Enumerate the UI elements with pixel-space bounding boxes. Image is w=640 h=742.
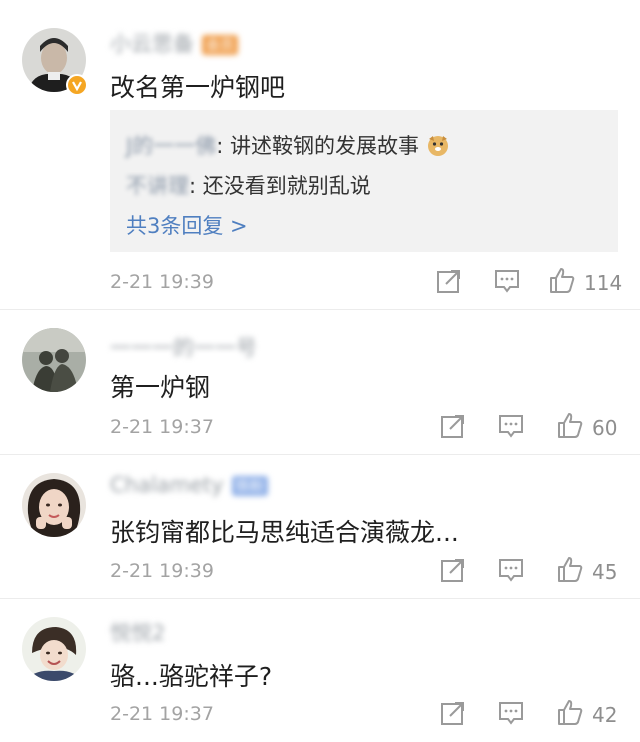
comment-username[interactable]: 一一一的一一号 bbox=[110, 332, 257, 362]
comment-item: 一一一的一一号 第一炉钢 2-21 19:37 60 bbox=[0, 310, 640, 455]
like-count: 42 bbox=[592, 703, 618, 727]
reply-separator: : bbox=[216, 134, 230, 158]
thumbs-up-icon[interactable] bbox=[548, 266, 576, 294]
share-icon[interactable] bbox=[436, 268, 462, 296]
reply-item[interactable]: J的一一佛: 讲述鞍钢的发展故事 bbox=[126, 130, 450, 162]
like-count: 114 bbox=[584, 271, 623, 295]
replies-box[interactable]: J的一一佛: 讲述鞍钢的发展故事 不讲理: 还没看到就别乱说 共3条回复 > bbox=[110, 110, 618, 252]
comment-time: 2-21 19:39 bbox=[110, 560, 214, 582]
comment-text: 骆...骆驼祥子? bbox=[110, 662, 273, 691]
like-count: 60 bbox=[592, 416, 618, 440]
comment-icon[interactable] bbox=[498, 557, 524, 585]
doge-emoji-icon bbox=[426, 133, 450, 162]
reply-item[interactable]: 不讲理: 还没看到就别乱说 bbox=[126, 170, 371, 200]
comment-icon[interactable] bbox=[498, 413, 524, 441]
thumbs-up-icon[interactable] bbox=[556, 698, 584, 726]
more-replies-link[interactable]: 共3条回复 > bbox=[126, 210, 248, 240]
comment-time: 2-21 19:37 bbox=[110, 416, 214, 438]
share-icon[interactable] bbox=[440, 413, 466, 441]
like-count: 45 bbox=[592, 560, 618, 584]
reply-username[interactable]: J的一一佛 bbox=[126, 130, 216, 160]
comment-username[interactable]: 悦悦2 bbox=[110, 617, 165, 647]
reply-text: 还没看到就别乱说 bbox=[202, 174, 371, 198]
comment-time: 2-21 19:37 bbox=[110, 703, 214, 725]
reply-text: 讲述鞍钢的发展故事 bbox=[229, 134, 419, 158]
reply-separator: : bbox=[189, 174, 203, 198]
thumbs-up-icon[interactable] bbox=[556, 555, 584, 583]
comment-text: 第一炉钢 bbox=[110, 373, 211, 402]
thumbs-up-icon[interactable] bbox=[556, 411, 584, 439]
user-badge: 会员 bbox=[202, 35, 238, 55]
reply-username[interactable]: 不讲理 bbox=[126, 170, 189, 200]
comment-username[interactable]: 小云思备 会员 bbox=[110, 28, 238, 58]
comment-item: Chalamety 铁粉 张钧甯都比马思纯适合演薇龙... 2-21 19:39 … bbox=[0, 455, 640, 599]
avatar[interactable] bbox=[22, 473, 86, 537]
comment-time: 2-21 19:39 bbox=[110, 271, 214, 293]
avatar[interactable] bbox=[22, 617, 86, 681]
comment-username[interactable]: Chalamety 铁粉 bbox=[110, 473, 268, 497]
share-icon[interactable] bbox=[440, 557, 466, 585]
comment-icon[interactable] bbox=[498, 700, 524, 728]
comment-item: 悦悦2 骆...骆驼祥子? 2-21 19:37 42 bbox=[0, 599, 640, 742]
comment-text: 改名第一炉钢吧 bbox=[110, 73, 286, 102]
user-badge: 铁粉 bbox=[231, 476, 268, 496]
avatar[interactable] bbox=[22, 328, 86, 392]
comment-item: 小云思备 会员 改名第一炉钢吧 J的一一佛: 讲述鞍钢的发展故事 不讲理: 还没看… bbox=[0, 0, 640, 310]
comment-icon[interactable] bbox=[494, 268, 520, 296]
verified-v-icon bbox=[66, 74, 88, 96]
share-icon[interactable] bbox=[440, 700, 466, 728]
comment-text: 张钧甯都比马思纯适合演薇龙... bbox=[110, 518, 459, 547]
